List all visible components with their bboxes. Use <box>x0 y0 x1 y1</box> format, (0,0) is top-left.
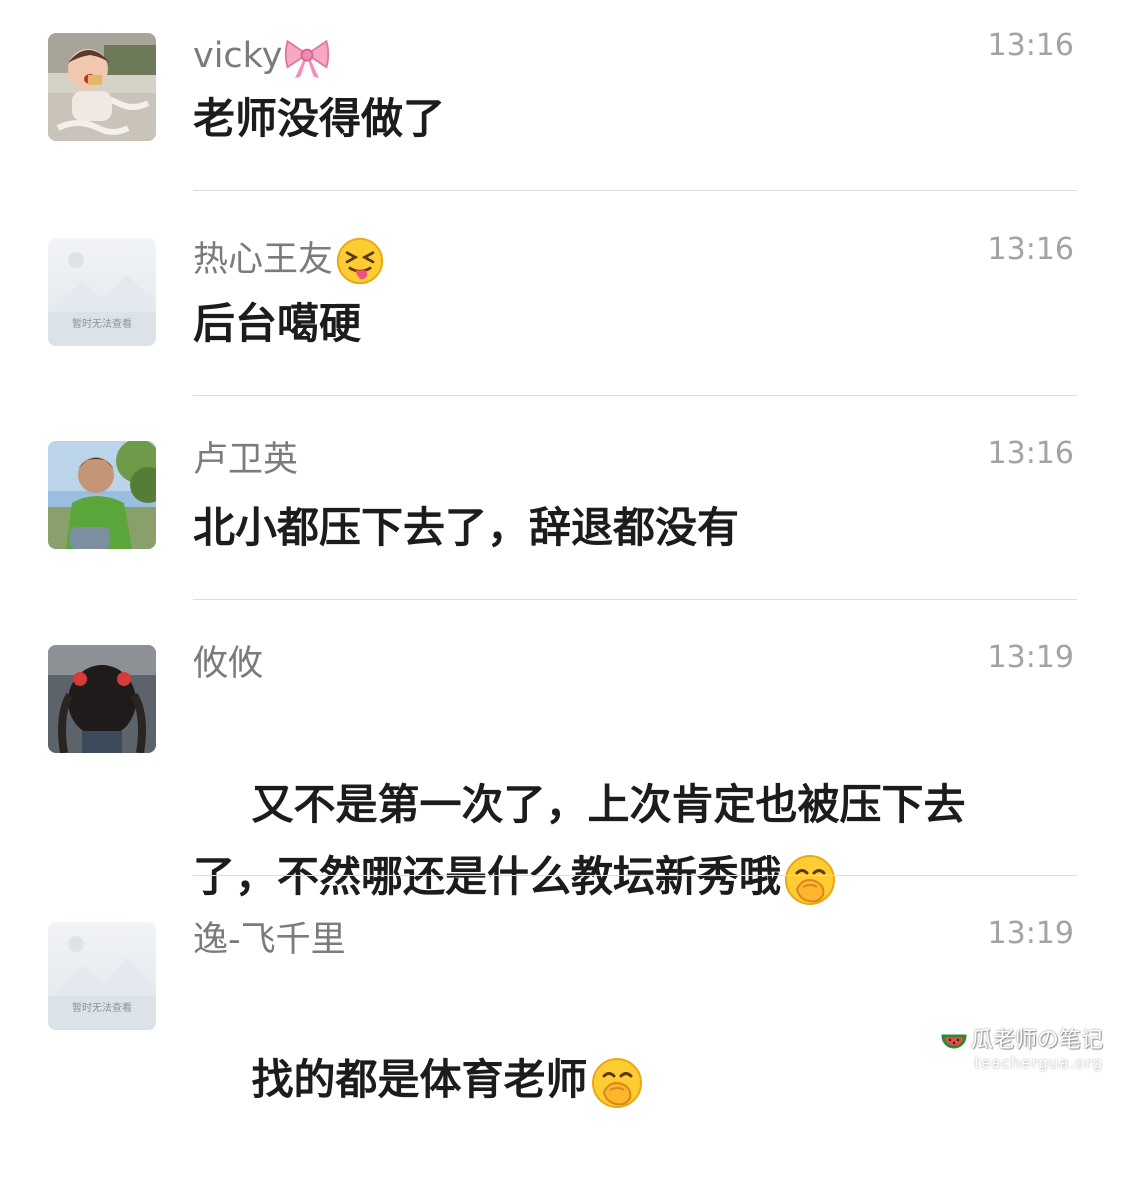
divider <box>193 395 1077 396</box>
comment-text-line: 又不是第一次了，上次肯定也被压下去 <box>251 780 966 829</box>
comment-text-line: 了，不然哪还是什么教坛新秀哦 <box>193 852 782 901</box>
comment-time: 13:16 <box>987 232 1074 267</box>
divider <box>193 875 1077 876</box>
watermark-title-text: 瓜老师の笔记 <box>970 1028 1103 1053</box>
avatar[interactable]: 暂时无法查看 <box>48 238 156 346</box>
bow-icon <box>285 39 330 79</box>
commenter-name-text: 热心王友 <box>193 240 334 280</box>
comment-time: 13:19 <box>987 640 1074 675</box>
comment-text: 找的都是体育老师 <box>193 972 1053 1188</box>
commenter-name[interactable]: 热心王友 <box>193 236 385 286</box>
divider <box>193 190 1077 191</box>
comment-time: 13:16 <box>987 28 1074 63</box>
comment-time: 13:16 <box>987 436 1074 471</box>
squinting-tongue-emoji <box>336 237 384 285</box>
watermelon-icon <box>941 1034 967 1049</box>
comment-text: 后台噶硬 <box>193 299 362 348</box>
avatar[interactable] <box>48 441 156 549</box>
hand-over-mouth-emoji <box>785 854 836 905</box>
divider <box>193 599 1077 600</box>
avatar[interactable] <box>48 645 156 753</box>
commenter-name-text: 逸-飞千里 <box>193 920 346 960</box>
commenter-name-text: 卢卫英 <box>193 440 299 480</box>
avatar[interactable]: 暂时无法查看 <box>48 922 156 1030</box>
commenter-name[interactable]: 攸攸 <box>193 644 263 684</box>
commenter-name-text: vicky <box>193 36 283 76</box>
commenter-name-text: 攸攸 <box>193 644 264 684</box>
avatar-caption: 暂时无法查看 <box>72 317 132 330</box>
watermark-title: 瓜老师の笔记 <box>941 1028 1103 1054</box>
comment-text: 老师没得做了 <box>193 94 446 143</box>
watermark: 瓜老师の笔记 teachergua.org <box>941 1028 1103 1072</box>
comment-text: 北小都压下去了，辞退都没有 <box>193 503 740 552</box>
commenter-name[interactable]: 卢卫英 <box>193 440 298 480</box>
watermark-url: teachergua.org <box>974 1054 1103 1072</box>
avatar-caption: 暂时无法查看 <box>72 1001 132 1014</box>
avatar[interactable] <box>48 33 156 141</box>
comment-text-line: 找的都是体育老师 <box>251 1055 588 1104</box>
commenter-name[interactable]: vicky <box>193 32 332 82</box>
comment-time: 13:19 <box>987 916 1074 951</box>
commenter-name[interactable]: 逸-飞千里 <box>193 920 346 960</box>
hand-over-mouth-emoji <box>591 1057 642 1108</box>
